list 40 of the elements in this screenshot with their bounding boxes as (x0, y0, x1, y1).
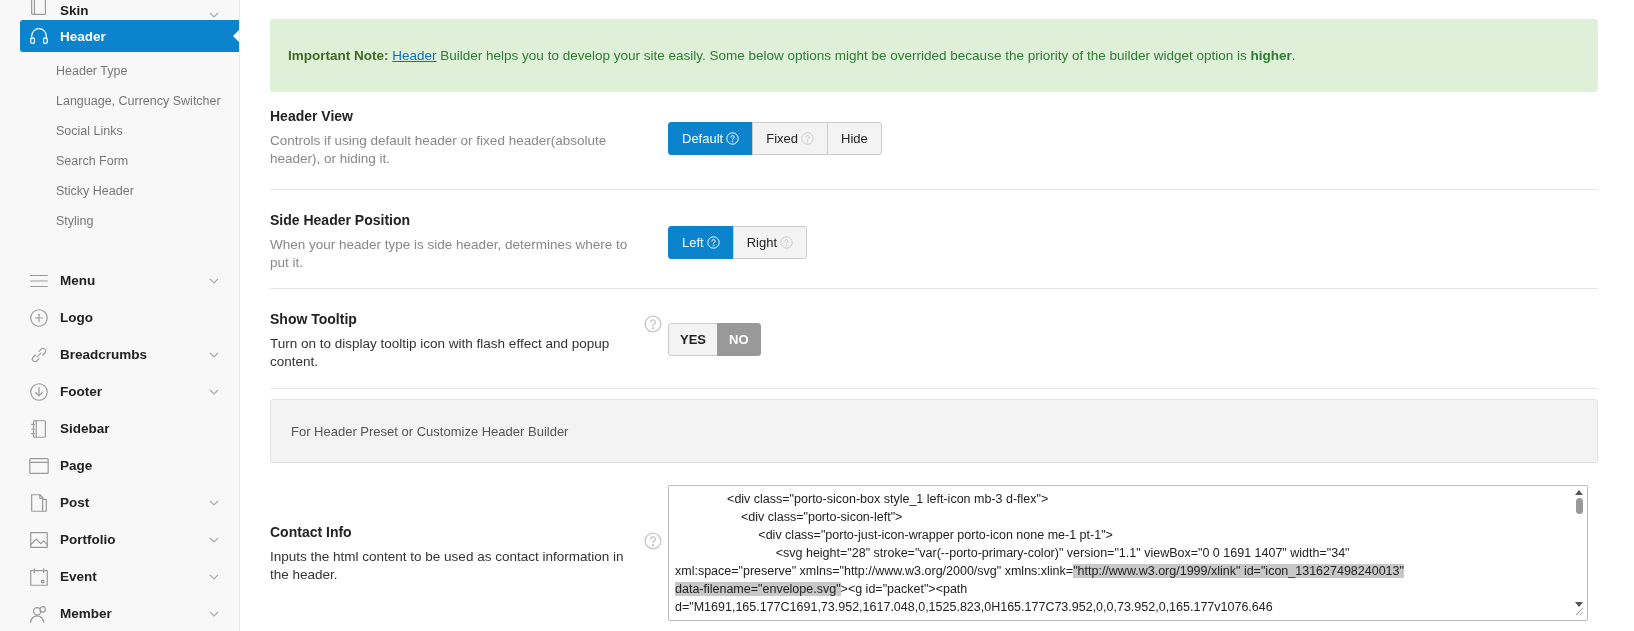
sidebar-item[interactable]: Header (20, 20, 239, 52)
option-button[interactable]: Default (668, 122, 754, 155)
arrow-down-circle-icon (28, 380, 50, 403)
sidebar-item[interactable]: Portfolio (0, 521, 239, 558)
sidebar-item[interactable]: Breadcrumbs (0, 336, 239, 373)
option-button[interactable]: Left (668, 226, 734, 259)
option-button[interactable]: Fixed (752, 122, 828, 155)
sidebar-item[interactable]: Post (0, 484, 239, 521)
sidebar-subitem[interactable]: Social Links (0, 116, 239, 146)
calendar-icon (28, 565, 50, 588)
document-icon (28, 491, 50, 514)
option-button[interactable]: Right (732, 226, 808, 259)
setting-title: Header View (270, 108, 354, 124)
sidebar-item[interactable]: Logo (0, 299, 239, 336)
setting-description: When your header type is side header, determines where to put it. (270, 236, 629, 272)
sidebar-item[interactable]: Menu (0, 262, 239, 299)
plus-circle-icon (28, 306, 50, 329)
setting-title: Contact Info (270, 524, 353, 540)
sidebar-item[interactable]: Page (0, 447, 239, 484)
sidebar-item[interactable]: Footer (0, 373, 239, 410)
sidebar-subitem[interactable]: Search Form (0, 146, 239, 176)
setting-description: Turn on to display tooltip icon with flash effect and popup content. (270, 335, 611, 371)
toggle-option[interactable]: YES (668, 323, 718, 356)
header-link[interactable]: Header (392, 48, 437, 63)
sidebar-subitem[interactable]: Styling (0, 206, 239, 236)
info-text: For Header Preset or Customize Header Builder (291, 423, 569, 439)
setting-description: Inputs the html content to be used as contact information in the header. (270, 548, 625, 584)
setting-title: Side Header Position (270, 212, 412, 228)
headphones-icon (28, 25, 50, 47)
setting-title: Show Tooltip (270, 311, 358, 327)
sidebar-item[interactable]: Member (0, 595, 239, 631)
sidebar-item[interactable]: Event (0, 558, 239, 595)
setting-description: Controls if using default header or fixed header(absolute header), or hiding it. (270, 132, 608, 168)
sidebar-subitem[interactable]: Language, Currency Switcher (0, 86, 239, 116)
important-note: Important Note: Header Builder helps you to develop your site easily. Some below options might be overrided because the priority of the builder widget option is higher. (288, 48, 1296, 63)
sidebar-subitem[interactable]: Header Type (0, 56, 239, 86)
sidebar-subitem[interactable]: Sticky Header (0, 176, 239, 206)
option-button[interactable]: Hide (827, 122, 882, 155)
sidebar-item[interactable]: Skin (0, 0, 239, 18)
sidebar-item[interactable]: Sidebar (0, 410, 239, 447)
